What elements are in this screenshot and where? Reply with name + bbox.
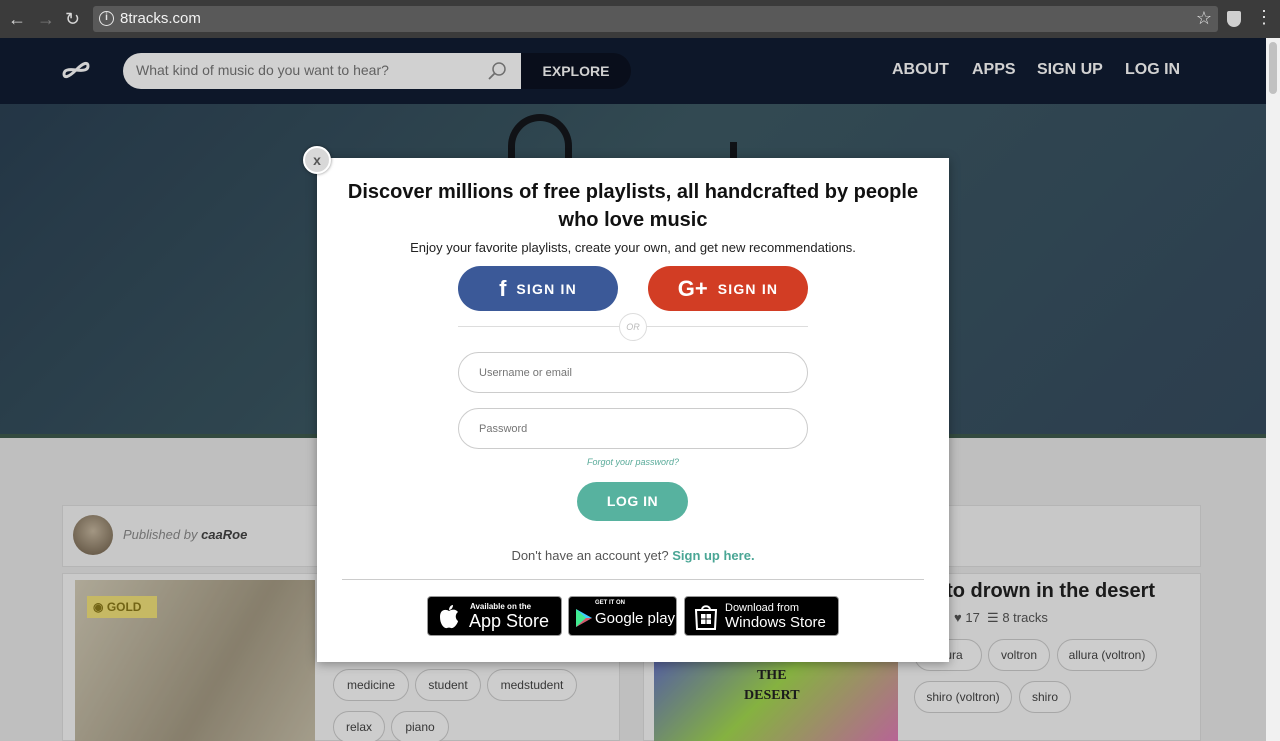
bookmark-star-icon[interactable]: ☆ (1196, 8, 1212, 29)
google-signin-button[interactable]: G+ SIGN IN (648, 266, 808, 311)
password-field[interactable] (458, 408, 808, 449)
google-plus-icon: G+ (677, 276, 708, 301)
apple-icon (440, 605, 458, 629)
browser-toolbar: ← → ↻ i 8tracks.com ☆ ⋮ (0, 0, 1280, 38)
address-bar[interactable]: i 8tracks.com ☆ (93, 6, 1218, 32)
forgot-password-link[interactable]: Forgot your password? (458, 457, 808, 467)
back-icon[interactable]: ← (8, 9, 26, 29)
reload-icon[interactable]: ↻ (65, 9, 80, 29)
signup-prompt: Don't have an account yet? Sign up here. (511, 548, 755, 563)
google-play-icon (576, 609, 592, 627)
extension-shield-icon[interactable] (1227, 11, 1241, 27)
divider (342, 579, 924, 580)
facebook-icon: f (499, 276, 507, 301)
site-info-icon[interactable]: i (99, 11, 114, 26)
log-in-button[interactable]: LOG IN (577, 482, 688, 521)
scrollbar-thumb[interactable] (1269, 42, 1277, 94)
page-viewport: What kind of music do you want to hear? … (0, 38, 1266, 741)
modal-headline: Discover millions of free playlists, all… (347, 181, 919, 231)
modal-subline: Enjoy your favorite playlists, create yo… (410, 240, 856, 255)
signin-modal: Discover millions of free playlists, all… (317, 158, 949, 662)
close-modal-button[interactable]: x (303, 146, 331, 174)
app-store-badge[interactable]: Available on the App Store (427, 596, 562, 636)
windows-store-badge[interactable]: Download from Windows Store (684, 596, 839, 636)
or-label: OR (619, 313, 647, 341)
google-play-badge[interactable]: GET IT ON Google play (568, 596, 677, 636)
username-field[interactable] (458, 352, 808, 393)
signup-link[interactable]: Sign up here. (672, 548, 754, 563)
windows-store-icon (694, 605, 718, 630)
forward-icon[interactable]: → (37, 9, 55, 29)
url-text[interactable]: 8tracks.com (120, 10, 201, 27)
page-scrollbar[interactable] (1266, 38, 1280, 741)
browser-menu-icon[interactable]: ⋮ (1255, 7, 1273, 28)
facebook-signin-button[interactable]: f SIGN IN (458, 266, 618, 311)
